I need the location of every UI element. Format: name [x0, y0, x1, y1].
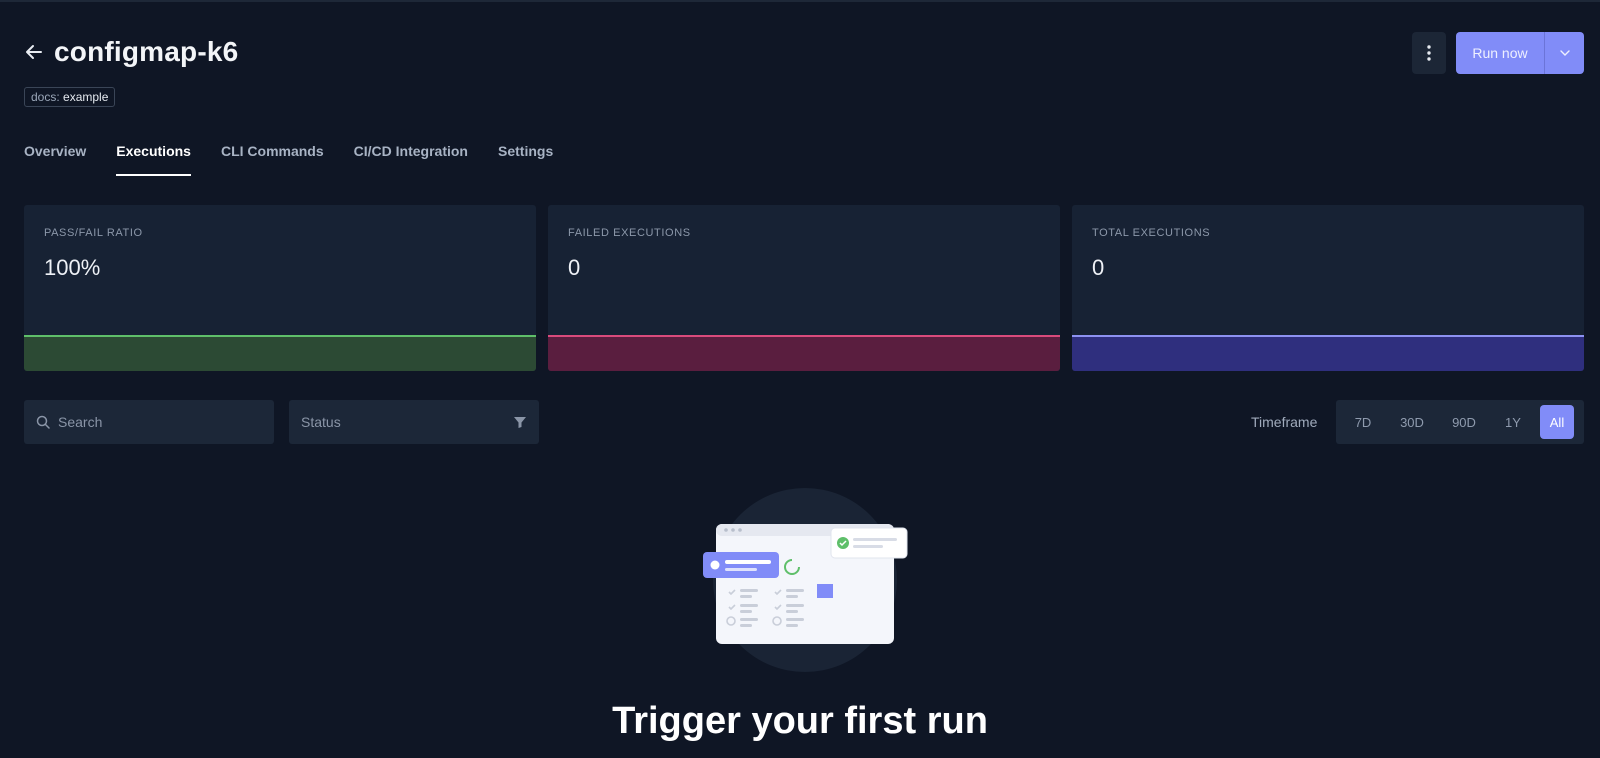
- run-now-button-group: Run now: [1456, 32, 1584, 74]
- search-icon: [36, 415, 50, 429]
- metric-label: TOTAL EXECUTIONS: [1092, 227, 1211, 239]
- run-options-dropdown[interactable]: [1545, 32, 1584, 74]
- metric-bar: [548, 335, 1060, 371]
- metric-label: FAILED EXECUTIONS: [568, 227, 691, 239]
- timeframe-all[interactable]: All: [1540, 405, 1574, 439]
- top-border: [0, 0, 1600, 2]
- page-header: configmap-k6: [24, 36, 238, 68]
- timeframe-1y[interactable]: 1Y: [1490, 405, 1536, 439]
- search-input[interactable]: Search: [24, 400, 274, 444]
- timeframe-30d[interactable]: 30D: [1386, 405, 1438, 439]
- metric-bar: [1072, 335, 1584, 371]
- status-filter[interactable]: Status: [289, 400, 539, 444]
- chevron-down-icon: [1559, 50, 1570, 56]
- metric-card-failed: FAILED EXECUTIONS 0: [548, 205, 1060, 371]
- timeframe-7d[interactable]: 7D: [1340, 405, 1386, 439]
- run-now-button[interactable]: Run now: [1456, 32, 1544, 74]
- tab-cicd-integration[interactable]: CI/CD Integration: [354, 143, 468, 177]
- tab-executions[interactable]: Executions: [116, 143, 191, 177]
- page-title: configmap-k6: [54, 36, 239, 67]
- tab-settings[interactable]: Settings: [498, 143, 553, 177]
- metric-value: 0: [568, 255, 581, 280]
- metric-bar: [24, 335, 536, 371]
- metric-label: PASS/FAIL RATIO: [44, 227, 143, 239]
- metric-value: 0: [1092, 255, 1105, 280]
- label-chip: docs: example: [24, 87, 116, 107]
- metric-value: 100%: [44, 255, 101, 280]
- kebab-menu-icon: [1427, 45, 1431, 61]
- empty-state-illustration-icon: [703, 488, 908, 672]
- status-placeholder: Status: [301, 414, 341, 430]
- metric-card-pass-fail: PASS/FAIL RATIO 100%: [24, 205, 536, 371]
- timeframe-label: Timeframe: [1251, 414, 1318, 430]
- timeframe-selector: 7D 30D 90D 1Y All: [1336, 400, 1584, 444]
- tab-cli-commands[interactable]: CLI Commands: [221, 143, 324, 177]
- timeframe-90d[interactable]: 90D: [1438, 405, 1490, 439]
- empty-state-title: Trigger your first run: [612, 700, 988, 742]
- metric-card-total: TOTAL EXECUTIONS 0: [1072, 205, 1584, 371]
- label-key: docs:: [31, 90, 60, 104]
- tab-overview[interactable]: Overview: [24, 143, 86, 177]
- more-options-button[interactable]: [1412, 32, 1446, 74]
- tab-bar: Overview Executions CLI Commands CI/CD I…: [24, 143, 583, 177]
- label-value: example: [63, 90, 109, 104]
- back-arrow-icon[interactable]: [24, 42, 44, 62]
- search-placeholder: Search: [58, 414, 103, 430]
- filter-icon: [514, 417, 526, 428]
